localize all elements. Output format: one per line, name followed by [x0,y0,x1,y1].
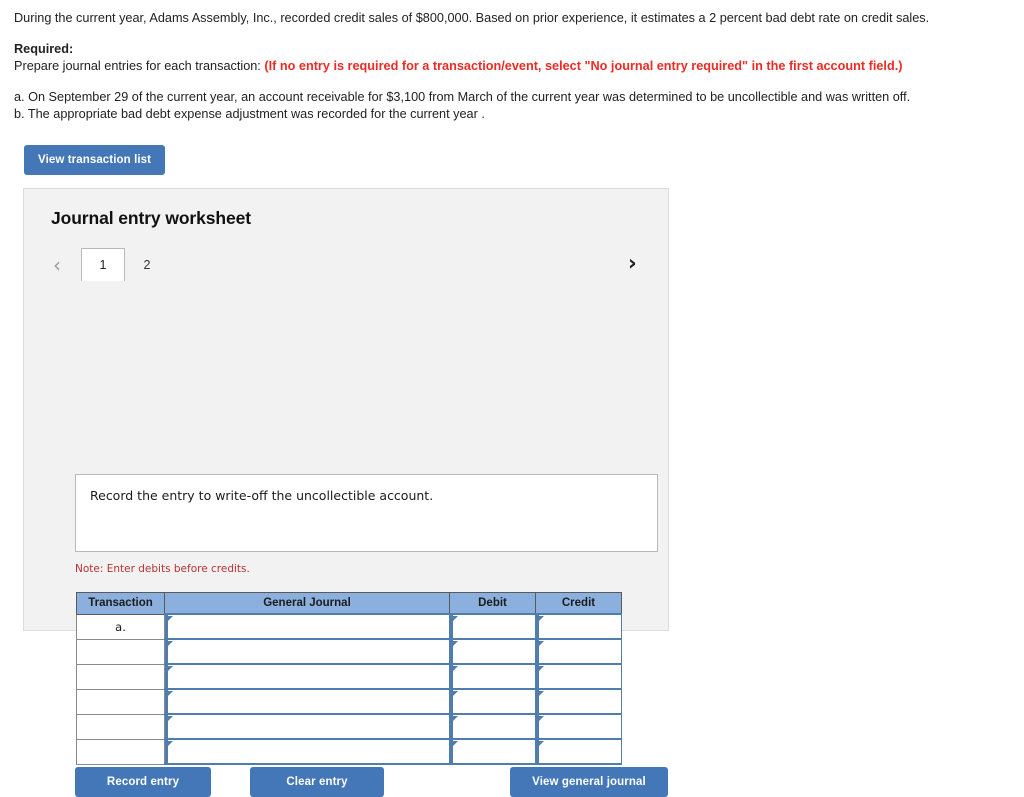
dropdown-caret-icon[interactable] [168,741,173,746]
journal-entry-table-body: a. [76,613,622,765]
page-title: Journal entry worksheet [51,208,251,228]
dropdown-caret-icon[interactable] [168,716,173,721]
problem-intro: During the current year, Adams Assembly,… [14,11,930,25]
tab-2[interactable]: 2 [125,248,169,281]
table-header-row: Transaction General Journal Debit Credit [76,592,622,615]
debit-input[interactable] [449,638,536,665]
worksheet-button-row: Record entry Clear entry View general jo… [24,767,668,797]
journal-entry-worksheet-panel: Journal entry worksheet ‹ 1 2 › Record t… [23,188,669,797]
debit-input[interactable] [449,613,536,640]
table-row [76,688,622,715]
tab-1[interactable]: 1 [81,248,125,281]
general-journal-input[interactable] [164,663,450,690]
problem-statement: During the current year, Adams Assembly,… [0,0,1024,123]
general-journal-input[interactable] [164,713,450,740]
next-tab-icon[interactable]: › [628,253,637,274]
column-header-credit: Credit [535,592,622,615]
required-line: Prepare journal entries for each transac… [14,58,1010,75]
credit-input[interactable] [535,738,622,765]
transaction-label [76,638,165,665]
debit-input[interactable] [449,713,536,740]
credit-input[interactable] [535,613,622,640]
table-row [76,638,622,665]
debit-input[interactable] [449,663,536,690]
dropdown-caret-icon[interactable] [168,616,173,621]
dropdown-caret-icon[interactable] [453,616,458,621]
view-transaction-list-button[interactable]: View transaction list [24,145,166,175]
dropdown-caret-icon[interactable] [539,716,544,721]
problem-item-b: b. The appropriate bad debt expense adju… [14,107,485,121]
prev-tab-icon[interactable]: ‹ [53,255,61,275]
required-note: (If no entry is required for a transacti… [264,59,903,73]
dropdown-caret-icon[interactable] [539,691,544,696]
transaction-label [76,738,165,765]
transaction-label [76,688,165,715]
record-entry-button[interactable]: Record entry [75,767,211,797]
table-row [76,713,622,740]
general-journal-input[interactable] [164,688,450,715]
debit-input[interactable] [449,688,536,715]
credit-input[interactable] [535,663,622,690]
dropdown-caret-icon[interactable] [453,691,458,696]
debit-input[interactable] [449,738,536,765]
transaction-label [76,713,165,740]
transaction-label: a. [76,613,165,640]
general-journal-input[interactable] [164,738,450,765]
dropdown-caret-icon[interactable] [453,641,458,646]
column-header-general-journal: General Journal [164,592,450,615]
credit-input[interactable] [535,638,622,665]
dropdown-caret-icon[interactable] [168,641,173,646]
entry-description: Record the entry to write-off the uncoll… [75,474,658,552]
dropdown-caret-icon[interactable] [453,716,458,721]
required-label: Required: [14,42,74,56]
dropdown-caret-icon[interactable] [168,666,173,671]
transaction-label [76,663,165,690]
table-row [76,663,622,690]
worksheet-tabbar: ‹ 1 2 › [24,248,668,281]
credit-input[interactable] [535,713,622,740]
dropdown-caret-icon[interactable] [453,666,458,671]
dropdown-caret-icon[interactable] [453,741,458,746]
dropdown-caret-icon[interactable] [168,691,173,696]
journal-entry-table: Transaction General Journal Debit Credit… [76,592,622,765]
worksheet-tabs: 1 2 [81,248,169,281]
table-row: a. [76,613,622,640]
dropdown-caret-icon[interactable] [539,666,544,671]
dropdown-caret-icon[interactable] [539,641,544,646]
credit-input[interactable] [535,688,622,715]
general-journal-input[interactable] [164,613,450,640]
problem-item-a: a. On September 29 of the current year, … [14,90,911,104]
column-header-debit: Debit [449,592,536,615]
required-text: Prepare journal entries for each transac… [14,59,261,73]
view-general-journal-button[interactable]: View general journal [510,767,668,797]
table-row [76,738,622,765]
debits-before-credits-note: Note: Enter debits before credits. [75,563,250,575]
column-header-transaction: Transaction [76,592,165,615]
dropdown-caret-icon[interactable] [539,741,544,746]
dropdown-caret-icon[interactable] [539,616,544,621]
clear-entry-button[interactable]: Clear entry [250,767,384,797]
general-journal-input[interactable] [164,638,450,665]
view-transaction-list-row: View transaction list [0,123,1024,175]
